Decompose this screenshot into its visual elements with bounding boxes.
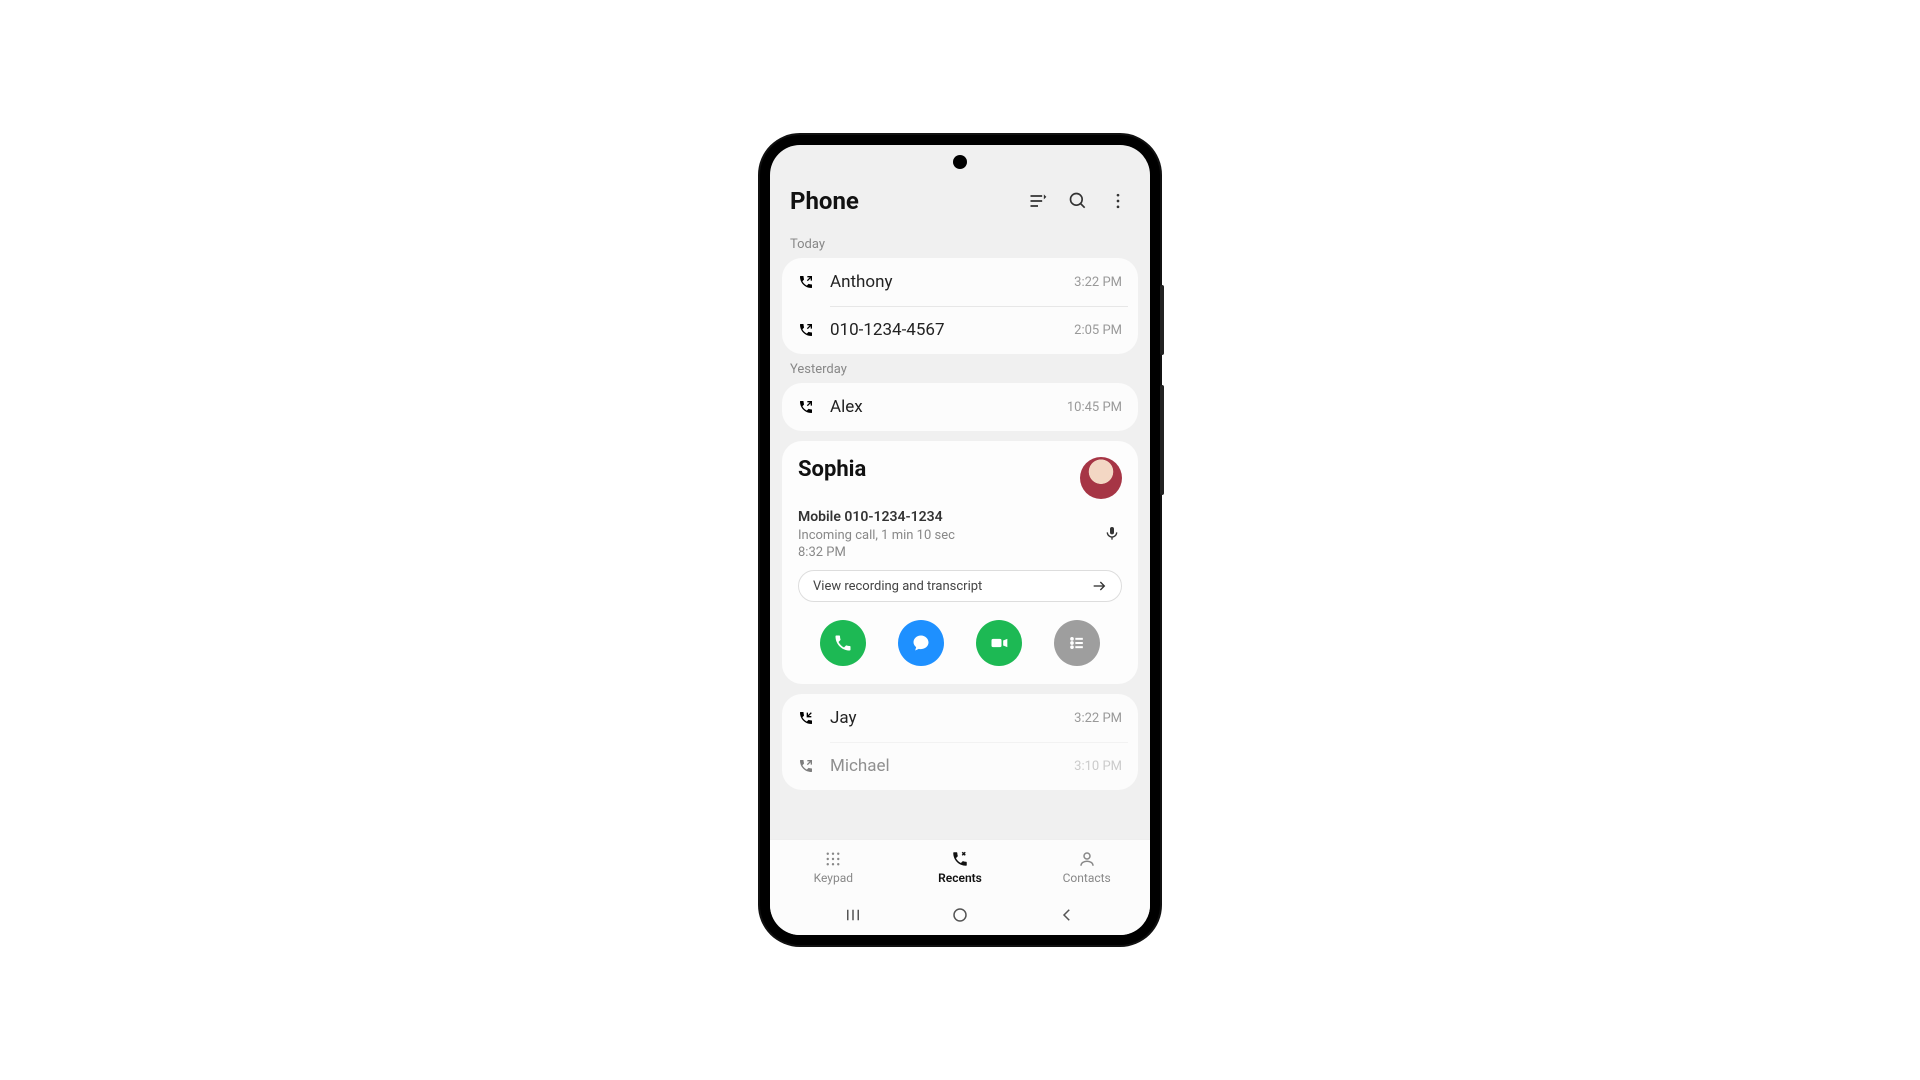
- call-name: Jay: [830, 708, 1060, 728]
- filter-icon[interactable]: [1026, 189, 1050, 213]
- call-name: Alex: [830, 397, 1053, 417]
- call-name: Michael: [830, 756, 1060, 776]
- android-system-nav: [770, 895, 1150, 935]
- call-row[interactable]: Anthony 3:22 PM: [782, 258, 1138, 306]
- more-options-icon[interactable]: [1106, 189, 1130, 213]
- app-header: Phone: [770, 179, 1150, 229]
- expanded-call-time: 8:32 PM: [798, 545, 1122, 560]
- recents-icon: [951, 850, 969, 868]
- keypad-icon: [824, 850, 842, 868]
- call-row[interactable]: Michael 3:10 PM: [782, 742, 1138, 790]
- call-time: 10:45 PM: [1067, 400, 1122, 415]
- recents-list: Today Anthony 3:22 PM 010-1234-4567 2:05…: [770, 229, 1150, 839]
- outgoing-call-icon: [798, 399, 816, 415]
- call-time: 3:22 PM: [1074, 711, 1122, 726]
- section-label-yesterday: Yesterday: [782, 354, 1138, 383]
- arrow-right-icon: [1091, 578, 1107, 594]
- call-row[interactable]: Alex 10:45 PM: [782, 383, 1138, 431]
- yesterday-card: Alex 10:45 PM: [782, 383, 1138, 431]
- page-title: Phone: [790, 187, 1010, 215]
- tab-recents[interactable]: Recents: [897, 840, 1024, 895]
- call-time: 3:22 PM: [1074, 275, 1122, 290]
- expanded-call-detail: Incoming call, 1 min 10 sec: [798, 528, 1104, 543]
- call-time: 3:10 PM: [1074, 759, 1122, 774]
- call-button[interactable]: [820, 620, 866, 666]
- tab-label: Recents: [938, 871, 982, 885]
- system-back-button[interactable]: [1056, 904, 1078, 926]
- contacts-icon: [1078, 850, 1096, 868]
- video-call-button[interactable]: [976, 620, 1022, 666]
- call-time: 2:05 PM: [1074, 323, 1122, 338]
- today-card: Anthony 3:22 PM 010-1234-4567 2:05 PM: [782, 258, 1138, 354]
- call-actions-row: [798, 620, 1122, 666]
- section-label-today: Today: [782, 229, 1138, 258]
- outgoing-call-icon: [798, 758, 816, 774]
- system-recents-button[interactable]: [842, 904, 864, 926]
- call-name: 010-1234-4567: [830, 320, 1060, 340]
- call-name: Anthony: [830, 272, 1060, 292]
- bottom-tab-bar: Keypad Recents Contacts: [770, 839, 1150, 895]
- tab-contacts[interactable]: Contacts: [1023, 840, 1150, 895]
- tab-keypad[interactable]: Keypad: [770, 840, 897, 895]
- details-button[interactable]: [1054, 620, 1100, 666]
- tab-label: Keypad: [814, 871, 853, 885]
- incoming-call-icon: [798, 710, 816, 726]
- outgoing-call-icon: [798, 322, 816, 338]
- microphone-icon: [1104, 525, 1122, 543]
- phone-device-frame: Phone Today: [760, 135, 1160, 945]
- outgoing-call-icon: [798, 274, 816, 290]
- expanded-contact-name: Sophia: [798, 457, 866, 482]
- volume-button: [1160, 385, 1164, 495]
- camera-hole: [953, 155, 967, 169]
- power-button: [1160, 285, 1164, 355]
- search-icon[interactable]: [1066, 189, 1090, 213]
- pill-button-label: View recording and transcript: [813, 579, 982, 594]
- call-row[interactable]: Jay 3:22 PM: [782, 694, 1138, 742]
- contact-avatar[interactable]: [1080, 457, 1122, 499]
- view-recording-button[interactable]: View recording and transcript: [798, 570, 1122, 602]
- expanded-call-card: Sophia Mobile 010-1234-1234 Incoming cal…: [782, 441, 1138, 684]
- screen: Phone Today: [770, 145, 1150, 935]
- expanded-number-label: Mobile 010-1234-1234: [798, 509, 1122, 525]
- system-home-button[interactable]: [949, 904, 971, 926]
- tab-label: Contacts: [1063, 871, 1111, 885]
- more-calls-card: Jay 3:22 PM Michael 3:10 PM: [782, 694, 1138, 790]
- call-row[interactable]: 010-1234-4567 2:05 PM: [782, 306, 1138, 354]
- message-button[interactable]: [898, 620, 944, 666]
